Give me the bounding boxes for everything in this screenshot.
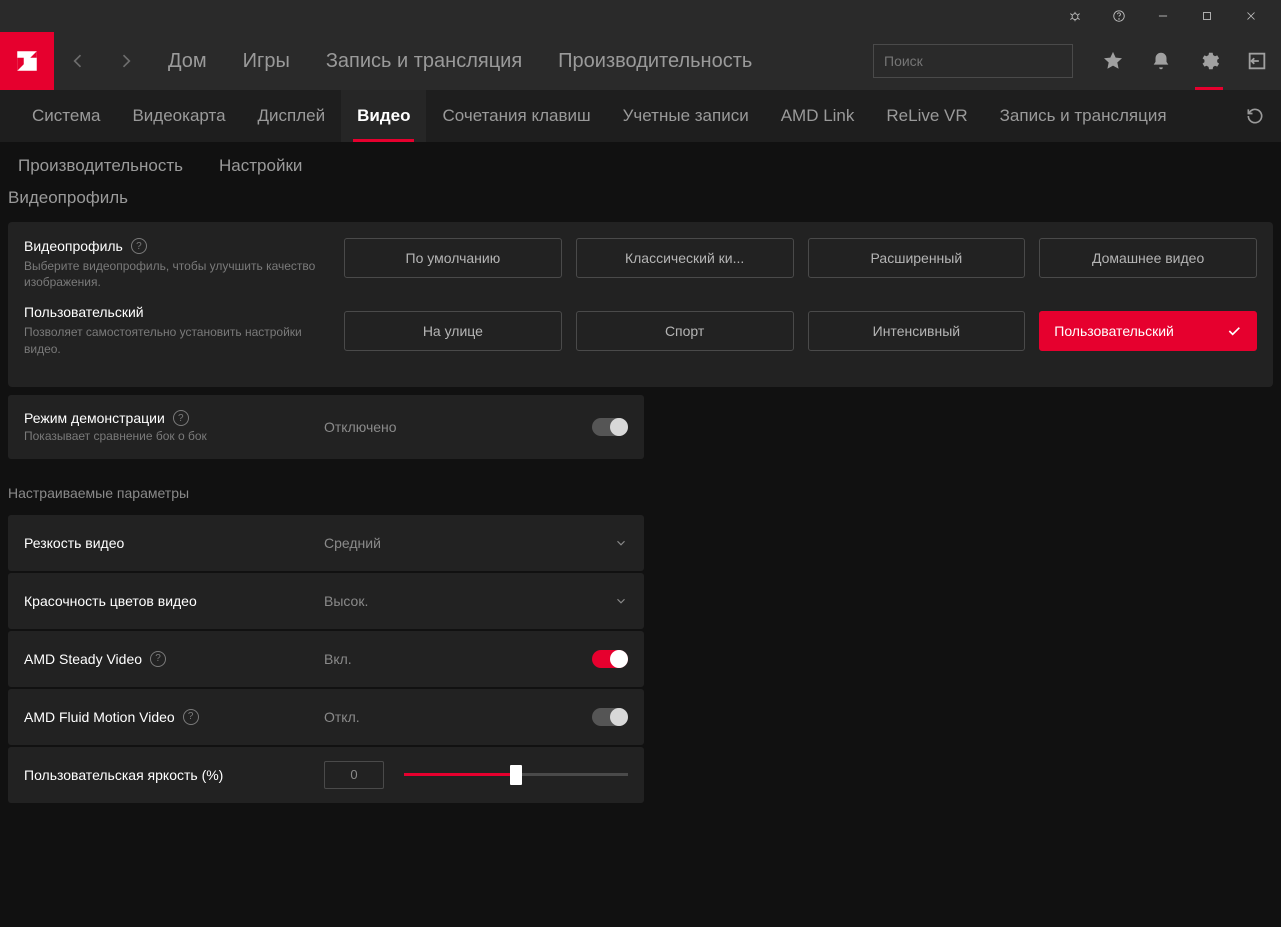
nav-back-button[interactable] [54,32,102,90]
section-title: Видеопрофиль [8,186,1273,222]
main-nav: Дом Игры Запись и трансляция Производите… [150,32,770,90]
fluid-status: Откл. [324,709,592,725]
header: Дом Игры Запись и трансляция Производите… [0,32,1281,90]
notifications-icon[interactable] [1137,32,1185,90]
tab-relive-vr[interactable]: ReLive VR [870,90,983,142]
profile-home-video[interactable]: Домашнее видео [1039,238,1257,278]
chevron-down-icon [614,594,628,608]
sharpness-label: Резкость видео [24,535,124,551]
profile-sport[interactable]: Спорт [576,311,794,351]
tab-system[interactable]: Система [16,90,116,142]
steady-status: Вкл. [324,651,592,667]
panel-description: Видеопрофиль ? Выберите видеопрофиль, чт… [24,238,324,371]
profile-enhanced[interactable]: Расширенный [808,238,1026,278]
check-icon [1226,323,1242,339]
steady-toggle[interactable] [592,650,628,668]
help-icon[interactable] [1097,0,1141,32]
subtab-settings[interactable]: Настройки [219,156,318,176]
fluid-motion-row: AMD Fluid Motion Video ? Откл. [8,689,644,745]
search-box[interactable] [873,44,1073,78]
help-icon[interactable]: ? [150,651,166,667]
profile-grid: По умолчанию Классический ки... Расширен… [344,238,1257,371]
demo-status: Отключено [324,419,592,435]
maximize-button[interactable] [1185,0,1229,32]
nav-performance[interactable]: Производительность [540,32,770,90]
titlebar [0,0,1281,32]
tab-gpu[interactable]: Видеокарта [116,90,241,142]
nav-games[interactable]: Игры [225,32,308,90]
slider-fill [404,773,516,776]
profile-vivid[interactable]: Интенсивный [808,311,1026,351]
help-icon[interactable]: ? [131,238,147,254]
demo-sub: Показывает сравнение бок о бок [24,429,324,443]
custom-title: Пользовательский [24,304,144,320]
profile-outdoor[interactable]: На улице [344,311,562,351]
params-section-label: Настраиваемые параметры [8,461,1273,515]
tab-display[interactable]: Дисплей [242,90,342,142]
content: Производительность Настройки Видеопрофил… [0,142,1281,927]
demo-mode-row: Режим демонстрации ? Показывает сравнени… [8,395,644,459]
reset-icon[interactable] [1229,90,1281,142]
favorites-icon[interactable] [1089,32,1137,90]
vibrance-label: Красочность цветов видео [24,593,197,609]
fluid-label: AMD Fluid Motion Video [24,709,175,725]
nav-forward-button[interactable] [102,32,150,90]
sharpness-row: Резкость видео Средний [8,515,644,571]
profile-custom-label: Пользовательский [1054,323,1174,339]
profile-desc: Выберите видеопрофиль, чтобы улучшить ка… [24,258,324,290]
sharpness-value: Средний [324,535,381,551]
nav-record[interactable]: Запись и трансляция [308,32,540,90]
bug-icon[interactable] [1053,0,1097,32]
brightness-row: Пользовательская яркость (%) [8,747,644,803]
custom-desc: Позволяет самостоятельно установить наст… [24,324,324,356]
tab-amd-link[interactable]: AMD Link [765,90,871,142]
profile-title: Видеопрофиль [24,238,123,254]
vibrance-dropdown[interactable]: Высок. [324,593,628,609]
minimize-button[interactable] [1141,0,1185,32]
demo-label: Режим демонстрации [24,410,165,426]
steady-label: AMD Steady Video [24,651,142,667]
brightness-input[interactable] [324,761,384,789]
demo-toggle[interactable] [592,418,628,436]
nav-home[interactable]: Дом [150,32,225,90]
vibrance-row: Красочность цветов видео Высок. [8,573,644,629]
tab-accounts[interactable]: Учетные записи [607,90,765,142]
exit-icon[interactable] [1233,32,1281,90]
help-icon[interactable]: ? [183,709,199,725]
settings-icon[interactable] [1185,32,1233,90]
tab-video[interactable]: Видео [341,90,426,142]
slider-thumb[interactable] [510,765,522,785]
subtabs: Производительность Настройки [8,142,1273,186]
steady-video-row: AMD Steady Video ? Вкл. [8,631,644,687]
profile-default[interactable]: По умолчанию [344,238,562,278]
fluid-toggle[interactable] [592,708,628,726]
help-icon[interactable]: ? [173,410,189,426]
tab-hotkeys[interactable]: Сочетания клавиш [426,90,606,142]
search-input[interactable] [874,53,1075,69]
subtab-performance[interactable]: Производительность [18,156,199,176]
sharpness-dropdown[interactable]: Средний [324,535,628,551]
tab-record[interactable]: Запись и трансляция [984,90,1183,142]
chevron-down-icon [614,536,628,550]
close-button[interactable] [1229,0,1273,32]
brightness-label: Пользовательская яркость (%) [24,767,223,783]
settings-tabs: Система Видеокарта Дисплей Видео Сочетан… [0,90,1281,142]
app-window: Дом Игры Запись и трансляция Производите… [0,0,1281,927]
brightness-slider[interactable] [404,765,628,785]
video-profile-panel: Видеопрофиль ? Выберите видеопрофиль, чт… [8,222,1273,387]
profile-classic[interactable]: Классический ки... [576,238,794,278]
profile-custom[interactable]: Пользовательский [1039,311,1257,351]
amd-logo[interactable] [0,32,54,90]
vibrance-value: Высок. [324,593,368,609]
